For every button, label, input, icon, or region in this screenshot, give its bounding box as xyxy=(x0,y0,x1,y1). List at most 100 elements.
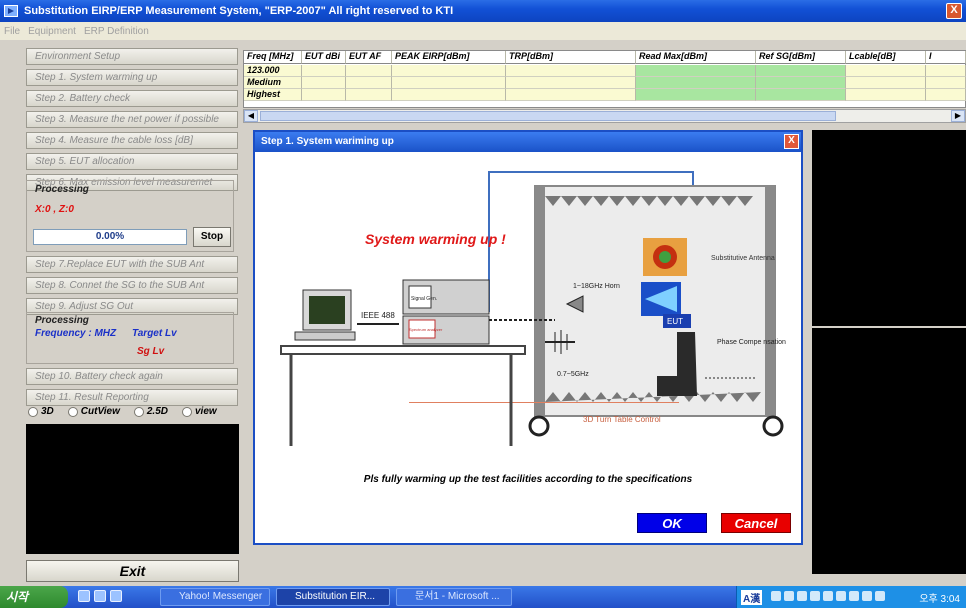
tray-icon[interactable] xyxy=(771,591,781,601)
menu-bar: File Equipment ERP Definition xyxy=(0,22,966,40)
radio-25d[interactable]: 2.5D xyxy=(133,406,168,417)
app-icon xyxy=(4,5,18,17)
plot-canvas xyxy=(812,130,966,574)
clock: 오후 3:04 xyxy=(919,594,960,605)
ieee-label: IEEE 488 xyxy=(361,311,395,320)
col-eut-af: EUT AF xyxy=(346,51,392,64)
radio-dot xyxy=(133,406,144,417)
step7-button[interactable]: Step 7.Replace EUT with the SUB Ant xyxy=(26,256,238,273)
spectrum-label: Spectrum analyzer xyxy=(409,327,443,332)
tray-icon[interactable] xyxy=(784,591,794,601)
step1-button[interactable]: Step 1. System warming up xyxy=(26,69,238,86)
window-title: Substitution EIRP/ERP Measurement System… xyxy=(24,5,454,17)
dialog-title: Step 1. System wariming up xyxy=(261,136,394,147)
step-panel-2: Step 7.Replace EUT with the SUB Ant Step… xyxy=(26,256,238,319)
task-substitution-eirp[interactable]: Substitution EIR... xyxy=(276,588,390,606)
sg-level: Sg Lv xyxy=(137,346,165,357)
radio-dot xyxy=(28,406,38,417)
task-word-document[interactable]: 문서1 - Microsoft ... xyxy=(396,588,512,606)
step3-button[interactable]: Step 3. Measure the net power if possibl… xyxy=(26,111,238,128)
quick-launch xyxy=(78,590,122,602)
horn-label: 1~18GHz Horn xyxy=(573,283,620,290)
radio-3d[interactable]: 3D xyxy=(28,406,54,417)
tray-icon[interactable] xyxy=(823,591,833,601)
scroll-right-icon[interactable]: ▶ xyxy=(951,110,965,122)
plot-divider xyxy=(812,326,966,328)
radio-dot xyxy=(67,406,78,417)
table-row[interactable]: Medium xyxy=(244,77,966,89)
table-row[interactable]: Highest xyxy=(244,89,966,101)
col-peak-eirp: PEAK EIRP[dBm] xyxy=(392,51,506,64)
step8-button[interactable]: Step 8. Connet the SG to the SUB Ant xyxy=(26,277,238,294)
xz-position: X:0 , Z:0 xyxy=(35,204,74,215)
ime-indicator[interactable]: A漢 xyxy=(741,590,763,605)
col-eut-dbi: EUT dBi xyxy=(302,51,346,64)
step-panel: Environment Setup Step 1. System warming… xyxy=(26,48,238,195)
exit-button[interactable]: Exit xyxy=(26,560,239,582)
stop-button[interactable]: Stop xyxy=(193,227,231,247)
title-bar: Substitution EIRP/ERP Measurement System… xyxy=(0,0,966,22)
tray-icon[interactable] xyxy=(862,591,872,601)
tray-icon[interactable] xyxy=(849,591,859,601)
col-read-max: Read Max[dBm] xyxy=(636,51,756,64)
dialog-title-bar: Step 1. System wariming up X xyxy=(255,132,801,152)
step11-button[interactable]: Step 11. Result Reporting xyxy=(26,389,238,406)
results-table: Freq [MHz] EUT dBi EUT AF PEAK EIRP[dBm]… xyxy=(243,50,966,108)
warming-headline: System warming up ! xyxy=(365,231,506,247)
desktop-icon[interactable] xyxy=(94,590,106,602)
scroll-left-icon[interactable]: ◀ xyxy=(244,110,258,122)
taskbar: 시작 Yahoo! Messenger Substitution EIR... … xyxy=(0,586,966,608)
radio-view[interactable]: view xyxy=(182,406,217,417)
eut-label: EUT xyxy=(667,317,683,326)
tray-icons xyxy=(771,591,885,601)
target-level: Target Lv xyxy=(132,328,177,339)
cancel-button[interactable]: Cancel xyxy=(721,513,791,533)
step-panel-3: Step 10. Battery check again Step 11. Re… xyxy=(26,368,238,410)
task-yahoo-messenger[interactable]: Yahoo! Messenger xyxy=(160,588,270,606)
dialog-message: Pls fully warming up the test facilities… xyxy=(363,474,693,485)
ie-icon[interactable] xyxy=(78,590,90,602)
col-lcable: Lcable[dB] xyxy=(846,51,926,64)
tray-icon[interactable] xyxy=(797,591,807,601)
turntable-label: 3D Turn Table Control xyxy=(583,415,661,424)
table-horizontal-scrollbar[interactable]: ◀ ▶ xyxy=(243,109,966,123)
step2-button[interactable]: Step 2. Battery check xyxy=(26,90,238,107)
3d-view-canvas xyxy=(26,424,239,554)
dialog-close-button[interactable]: X xyxy=(784,134,799,149)
col-trp: TRP[dBm] xyxy=(506,51,636,64)
tray-icon[interactable] xyxy=(836,591,846,601)
step10-button[interactable]: Step 10. Battery check again xyxy=(26,368,238,385)
scroll-thumb[interactable] xyxy=(260,111,836,121)
menu-file[interactable]: File xyxy=(4,26,20,37)
table-header: Freq [MHz] EUT dBi EUT AF PEAK EIRP[dBm]… xyxy=(244,51,966,64)
radio-cutview[interactable]: CutView xyxy=(67,406,120,417)
col-more: I xyxy=(926,51,966,64)
processing-label: Processing xyxy=(35,184,89,195)
environment-setup-button[interactable]: Environment Setup xyxy=(26,48,238,65)
radio-dot xyxy=(182,406,192,417)
tray-icon[interactable] xyxy=(875,591,885,601)
sub-antenna-label: Substitutive Antenna xyxy=(711,255,775,262)
system-tray: A漢 오후 3:04 xyxy=(736,586,966,608)
test-setup-illustration: Substitutive Antenna EUT Phase Compe nsa… xyxy=(265,164,791,454)
progress-bar: 0.00% xyxy=(33,229,187,245)
warming-up-dialog: Step 1. System wariming up X Substitutiv… xyxy=(253,130,803,545)
frequency-readout: Frequency : MHZ xyxy=(35,328,117,339)
view-radio-group: 3D CutView 2.5D view xyxy=(28,406,248,417)
menu-erp-definition[interactable]: ERP Definition xyxy=(84,26,149,37)
phase-label: Phase Compe nsation xyxy=(717,339,786,346)
processing-group-1: Processing X:0 , Z:0 0.00% Stop xyxy=(26,180,234,252)
processing-label-2: Processing xyxy=(35,315,89,326)
start-button[interactable]: 시작 xyxy=(0,586,68,608)
band-label: 0.7~5GHz xyxy=(557,371,589,378)
table-row[interactable]: 123.000 xyxy=(244,65,966,77)
col-freq: Freq [MHz] xyxy=(244,51,302,64)
processing-group-2: Processing Frequency : MHZ Target Lv Sg … xyxy=(26,312,234,364)
close-window-button[interactable]: X xyxy=(946,3,962,19)
step5-button[interactable]: Step 5. EUT allocation xyxy=(26,153,238,170)
step4-button[interactable]: Step 4. Measure the cable loss [dB] xyxy=(26,132,238,149)
tray-icon[interactable] xyxy=(810,591,820,601)
ok-button[interactable]: OK xyxy=(637,513,707,533)
media-icon[interactable] xyxy=(110,590,122,602)
menu-equipment[interactable]: Equipment xyxy=(28,26,76,37)
